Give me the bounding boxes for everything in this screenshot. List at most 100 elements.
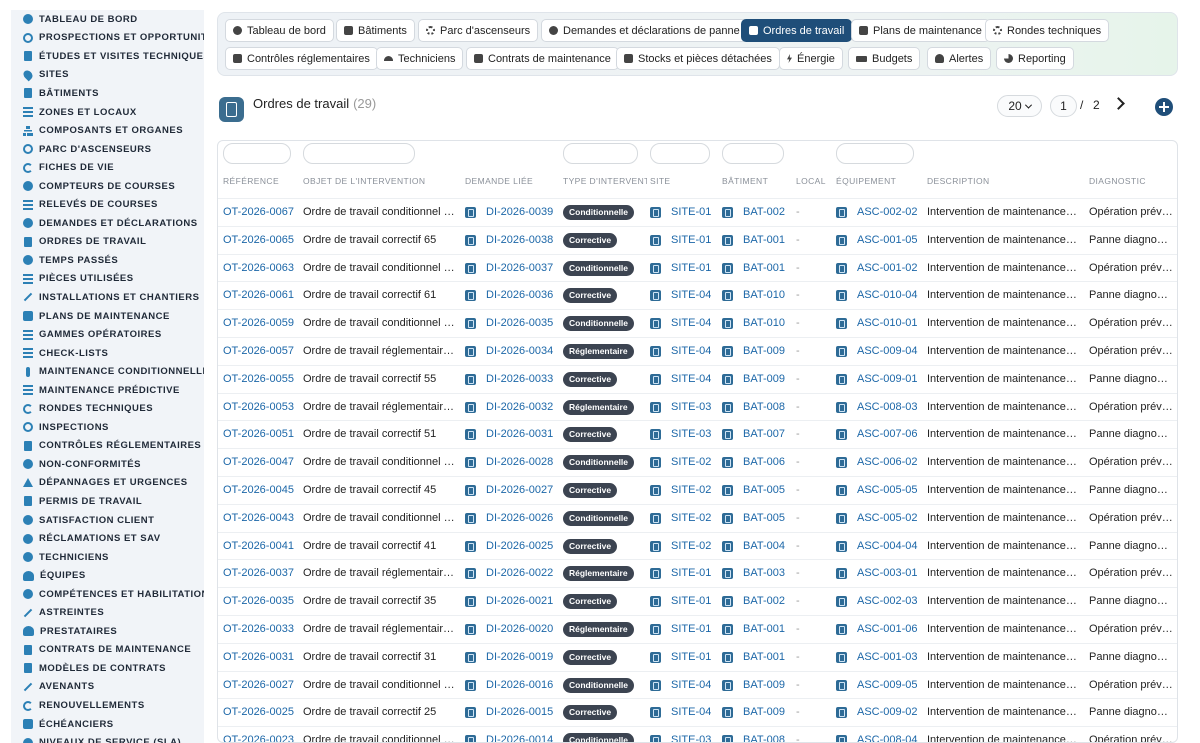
- table-row[interactable]: OT-2026-0063 Ordre de travail conditionne…: [218, 253, 1177, 282]
- cell-demande-liee[interactable]: DI-2026-0025: [486, 540, 553, 552]
- cell-site[interactable]: SITE-01: [671, 567, 711, 579]
- sidebar-item-tudes-et-visites-techniques[interactable]: ÉTUDES ET VISITES TECHNIQUES: [11, 47, 204, 66]
- table-row[interactable]: OT-2026-0041 Ordre de travail correctif 4…: [218, 531, 1177, 560]
- table-row[interactable]: OT-2026-0045 Ordre de travail correctif 4…: [218, 476, 1177, 504]
- table-row[interactable]: OT-2026-0055 Ordre de travail correctif 5…: [218, 364, 1177, 393]
- table-row[interactable]: OT-2026-0047 Ordre de travail conditionne…: [218, 448, 1177, 476]
- tab-reporting[interactable]: Reporting: [996, 47, 1074, 70]
- cell-batiment[interactable]: BAT-008: [743, 734, 785, 742]
- sidebar-item-astreintes[interactable]: ASTREINTES: [11, 604, 204, 623]
- tab-ordres-de-travail[interactable]: Ordres de travail: [741, 19, 853, 42]
- cell-demande-liee[interactable]: DI-2026-0015: [486, 706, 553, 718]
- cell-batiment[interactable]: BAT-002: [743, 206, 785, 218]
- sidebar-item-renouvellements[interactable]: RENOUVELLEMENTS: [11, 696, 204, 715]
- cell-site[interactable]: SITE-04: [671, 289, 711, 301]
- column-filter-input[interactable]: [303, 143, 415, 164]
- cell-reference[interactable]: OT-2026-0059: [223, 317, 294, 329]
- cell-reference[interactable]: OT-2026-0037: [223, 567, 294, 579]
- sidebar-item-niveaux-de-service-sla[interactable]: NIVEAUX DE SERVICE (SLA): [11, 733, 204, 743]
- cell-reference[interactable]: OT-2026-0047: [223, 456, 294, 468]
- tab-plans-de-maintenance[interactable]: Plans de maintenance: [851, 19, 990, 42]
- cell-demande-liee[interactable]: DI-2026-0022: [486, 567, 553, 579]
- tab-energie[interactable]: Énergie: [779, 47, 843, 70]
- cell-site[interactable]: SITE-03: [671, 734, 711, 742]
- current-page-input[interactable]: 1: [1050, 95, 1077, 117]
- cell-site[interactable]: SITE-01: [671, 595, 711, 607]
- cell-demande-liee[interactable]: DI-2026-0019: [486, 651, 553, 663]
- sidebar-item-installations-et-chantiers[interactable]: INSTALLATIONS ET CHANTIERS: [11, 288, 204, 307]
- cell-reference[interactable]: OT-2026-0035: [223, 595, 294, 607]
- cell-demande-liee[interactable]: DI-2026-0035: [486, 317, 553, 329]
- cell-site[interactable]: SITE-02: [671, 484, 711, 496]
- cell-batiment[interactable]: BAT-001: [743, 234, 785, 246]
- sidebar-item-composants-et-organes[interactable]: COMPOSANTS ET ORGANES: [11, 121, 204, 140]
- cell-site[interactable]: SITE-04: [671, 706, 711, 718]
- cell-demande-liee[interactable]: DI-2026-0037: [486, 262, 553, 274]
- cell-equipement[interactable]: ASC-007-06: [857, 428, 918, 440]
- cell-batiment[interactable]: BAT-009: [743, 345, 785, 357]
- cell-batiment[interactable]: BAT-010: [743, 289, 785, 301]
- table-row[interactable]: OT-2026-0057 Ordre de travail réglementai…: [218, 337, 1177, 365]
- cell-equipement[interactable]: ASC-009-05: [857, 679, 918, 691]
- sidebar-item-sites[interactable]: SITES: [11, 66, 204, 85]
- cell-reference[interactable]: OT-2026-0025: [223, 706, 294, 718]
- cell-equipement[interactable]: ASC-003-01: [857, 567, 918, 579]
- sidebar-item-techniciens[interactable]: TECHNICIENS: [11, 548, 204, 567]
- cell-equipement[interactable]: ASC-002-02: [857, 206, 918, 218]
- add-work-order-plus-icon[interactable]: [1155, 98, 1173, 116]
- cell-demande-liee[interactable]: DI-2026-0034: [486, 345, 553, 357]
- cell-equipement[interactable]: ASC-004-04: [857, 540, 918, 552]
- sidebar-item-zones-et-locaux[interactable]: ZONES ET LOCAUX: [11, 103, 204, 122]
- cell-site[interactable]: SITE-01: [671, 206, 711, 218]
- sidebar-item-prospections-et-opportunit-s[interactable]: PROSPECTIONS ET OPPORTUNITÉS: [11, 29, 204, 48]
- column-header-site[interactable]: SITE: [650, 176, 720, 186]
- table-row[interactable]: OT-2026-0051 Ordre de travail correctif 5…: [218, 420, 1177, 448]
- cell-site[interactable]: SITE-03: [671, 428, 711, 440]
- sidebar-item-comp-tences-et-habilitations[interactable]: COMPÉTENCES ET HABILITATIONS: [11, 585, 204, 604]
- cell-batiment[interactable]: BAT-006: [743, 456, 785, 468]
- cell-equipement[interactable]: ASC-010-04: [857, 289, 918, 301]
- cell-site[interactable]: SITE-01: [671, 262, 711, 274]
- cell-batiment[interactable]: BAT-009: [743, 706, 785, 718]
- cell-site[interactable]: SITE-04: [671, 317, 711, 329]
- cell-demande-liee[interactable]: DI-2026-0032: [486, 401, 553, 413]
- cell-site[interactable]: SITE-04: [671, 679, 711, 691]
- cell-batiment[interactable]: BAT-005: [743, 484, 785, 496]
- cell-equipement[interactable]: ASC-008-04: [857, 734, 918, 742]
- cell-site[interactable]: SITE-01: [671, 651, 711, 663]
- sidebar-item-contr-les-r-glementaires[interactable]: CONTRÔLES RÉGLEMENTAIRES: [11, 437, 204, 456]
- cell-demande-liee[interactable]: DI-2026-0028: [486, 456, 553, 468]
- cell-equipement[interactable]: ASC-001-03: [857, 651, 918, 663]
- tab-alertes[interactable]: Alertes: [927, 47, 992, 70]
- sidebar-item-temps-pass-s[interactable]: TEMPS PASSÉS: [11, 251, 204, 270]
- table-row[interactable]: OT-2026-0031 Ordre de travail correctif 3…: [218, 642, 1177, 671]
- sidebar-item-compteurs-de-courses[interactable]: COMPTEURS DE COURSES: [11, 177, 204, 196]
- cell-equipement[interactable]: ASC-001-05: [857, 234, 918, 246]
- cell-site[interactable]: SITE-02: [671, 540, 711, 552]
- column-header-local[interactable]: LOCAL: [796, 176, 834, 186]
- cell-reference[interactable]: OT-2026-0065: [223, 234, 294, 246]
- cell-site[interactable]: SITE-04: [671, 345, 711, 357]
- sidebar-item-quipes[interactable]: ÉQUIPES: [11, 566, 204, 585]
- cell-batiment[interactable]: BAT-009: [743, 373, 785, 385]
- tab-stocks-et-pieces-detachees[interactable]: Stocks et pièces détachées: [616, 47, 780, 70]
- cell-equipement[interactable]: ASC-005-02: [857, 512, 918, 524]
- tab-techniciens[interactable]: Techniciens: [376, 47, 464, 70]
- column-header-batiment[interactable]: BÂTIMENT: [722, 176, 794, 186]
- cell-reference[interactable]: OT-2026-0061: [223, 289, 294, 301]
- sidebar-item-inspections[interactable]: INSPECTIONS: [11, 418, 204, 437]
- cell-reference[interactable]: OT-2026-0023: [223, 734, 294, 742]
- cell-batiment[interactable]: BAT-004: [743, 540, 785, 552]
- table-row[interactable]: OT-2026-0027 Ordre de travail conditionne…: [218, 670, 1177, 699]
- cell-batiment[interactable]: BAT-009: [743, 679, 785, 691]
- sidebar-item-prestataires[interactable]: PRESTATAIRES: [11, 622, 204, 641]
- cell-demande-liee[interactable]: DI-2026-0038: [486, 234, 553, 246]
- cell-batiment[interactable]: BAT-001: [743, 262, 785, 274]
- table-row[interactable]: OT-2026-0065 Ordre de travail correctif 6…: [218, 225, 1177, 254]
- sidebar-item-pi-ces-utilis-es[interactable]: PIÈCES UTILISÉES: [11, 270, 204, 289]
- cell-demande-liee[interactable]: DI-2026-0021: [486, 595, 553, 607]
- cell-batiment[interactable]: BAT-001: [743, 651, 785, 663]
- column-header-diagnostic[interactable]: DIAGNOSTIC: [1089, 176, 1177, 186]
- column-header-equipement[interactable]: ÉQUIPEMENT: [836, 176, 924, 186]
- table-row[interactable]: OT-2026-0033 Ordre de travail réglementai…: [218, 615, 1177, 643]
